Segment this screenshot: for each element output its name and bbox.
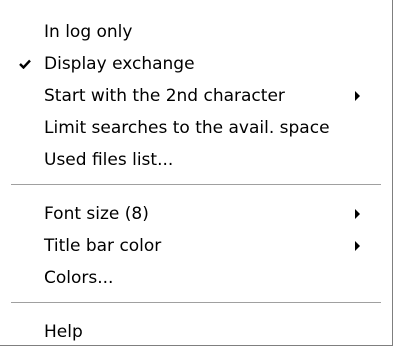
menu-item-limit-searches[interactable]: Limit searches to the avail. space: [0, 112, 392, 144]
menu-item-used-files-list[interactable]: Used files list...: [0, 144, 392, 176]
menu-item-help[interactable]: Help: [0, 316, 392, 348]
checkmark-icon: [13, 48, 37, 80]
menu-item-display-exchange[interactable]: Display exchange: [0, 48, 392, 80]
chevron-right-icon: [352, 230, 364, 262]
menu-item-label: Limit searches to the avail. space: [44, 118, 330, 138]
chevron-right-icon: [352, 198, 364, 230]
menu-item-label: Used files list...: [44, 150, 174, 170]
menu-item-start-with-2nd-character[interactable]: Start with the 2nd character: [0, 80, 392, 112]
context-menu: In log only Display exchange Start with …: [0, 0, 393, 346]
menu-item-label: Font size (8): [44, 204, 149, 224]
menu-separator: [11, 302, 381, 304]
menu-separator: [11, 184, 381, 186]
menu-item-colors[interactable]: Colors...: [0, 262, 392, 294]
menu-item-label: Start with the 2nd character: [44, 86, 285, 106]
menu-item-font-size[interactable]: Font size (8): [0, 198, 392, 230]
menu-item-title-bar-color[interactable]: Title bar color: [0, 230, 392, 262]
menu-item-in-log-only[interactable]: In log only: [0, 16, 392, 48]
chevron-right-icon: [352, 80, 364, 112]
menu-item-label: Title bar color: [44, 236, 162, 256]
menu-item-label: Help: [44, 322, 83, 342]
menu-item-label: In log only: [44, 22, 133, 42]
menu-item-label: Colors...: [44, 268, 114, 288]
menu-item-label: Display exchange: [44, 54, 195, 74]
